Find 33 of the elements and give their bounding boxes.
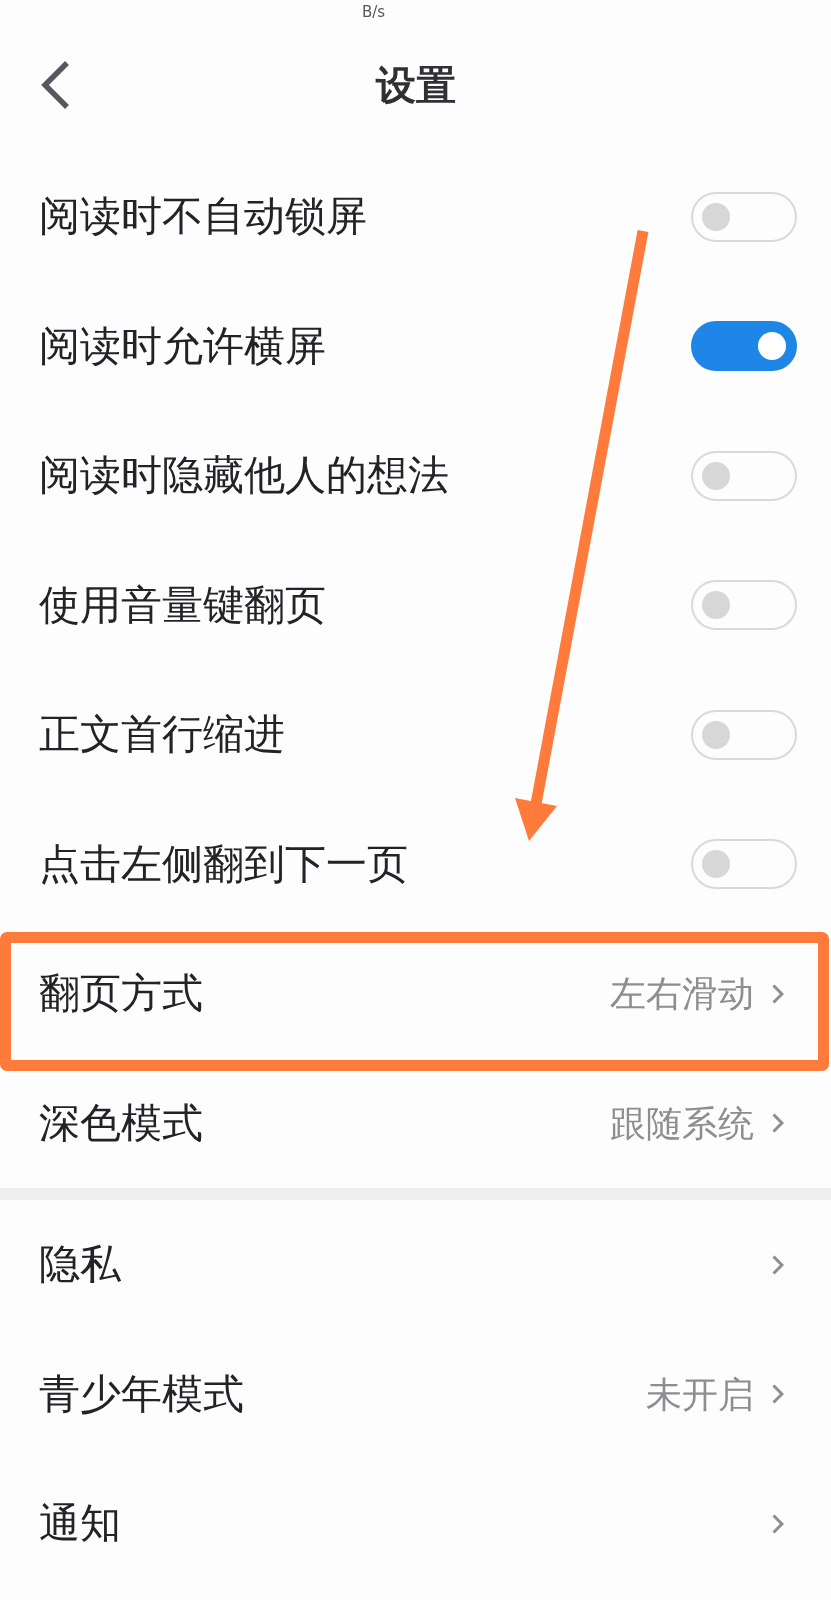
settings-row[interactable]: 翻页方式 左右滑动	[0, 929, 831, 1059]
settings-row[interactable]: 阅读时不自动锁屏	[0, 152, 831, 282]
setting-label: 隐私	[39, 1241, 121, 1289]
settings-row[interactable]: 点击左侧翻到下一页	[0, 799, 831, 929]
settings-row[interactable]: 深色模式 跟随系统	[0, 1058, 831, 1188]
chevron-right-icon	[772, 1113, 784, 1134]
chevron-right-icon	[772, 1254, 784, 1275]
setting-value: 左右滑动	[610, 973, 754, 1015]
settings-row[interactable]: 阅读时允许横屏	[0, 281, 831, 411]
setting-label: 青少年模式	[39, 1370, 244, 1418]
settings-row[interactable]: 通知	[0, 1459, 831, 1589]
setting-label: 深色模式	[39, 1099, 203, 1147]
chevron-right-icon	[772, 983, 784, 1004]
chevron-right-icon	[772, 1513, 784, 1534]
page-title: 设置	[375, 63, 456, 107]
network-speed-unit: B/s	[362, 5, 386, 20]
settings-row[interactable]: 阅读时隐藏他人的想法	[0, 411, 831, 541]
settings-row[interactable]: 青少年模式 未开启	[0, 1329, 831, 1459]
settings-row[interactable]: 隐私	[0, 1200, 831, 1330]
setting-label: 翻页方式	[39, 970, 203, 1018]
setting-value: 未开启	[646, 1373, 754, 1415]
settings-row[interactable]: 正文首行缩进	[0, 670, 831, 800]
setting-value: 跟随系统	[610, 1102, 754, 1144]
setting-label: 阅读时允许横屏	[39, 322, 326, 370]
settings-row[interactable]: 使用音量键翻页	[0, 540, 831, 670]
setting-label: 正文首行缩进	[39, 711, 285, 759]
setting-label: 阅读时隐藏他人的想法	[39, 452, 449, 500]
setting-label: 阅读时不自动锁屏	[39, 193, 367, 241]
chevron-right-icon	[772, 1384, 784, 1405]
setting-label: 点击左侧翻到下一页	[39, 840, 408, 888]
setting-label: 通知	[39, 1500, 121, 1548]
setting-label: 使用音量键翻页	[39, 581, 326, 629]
toggle-switch[interactable]	[691, 321, 797, 372]
